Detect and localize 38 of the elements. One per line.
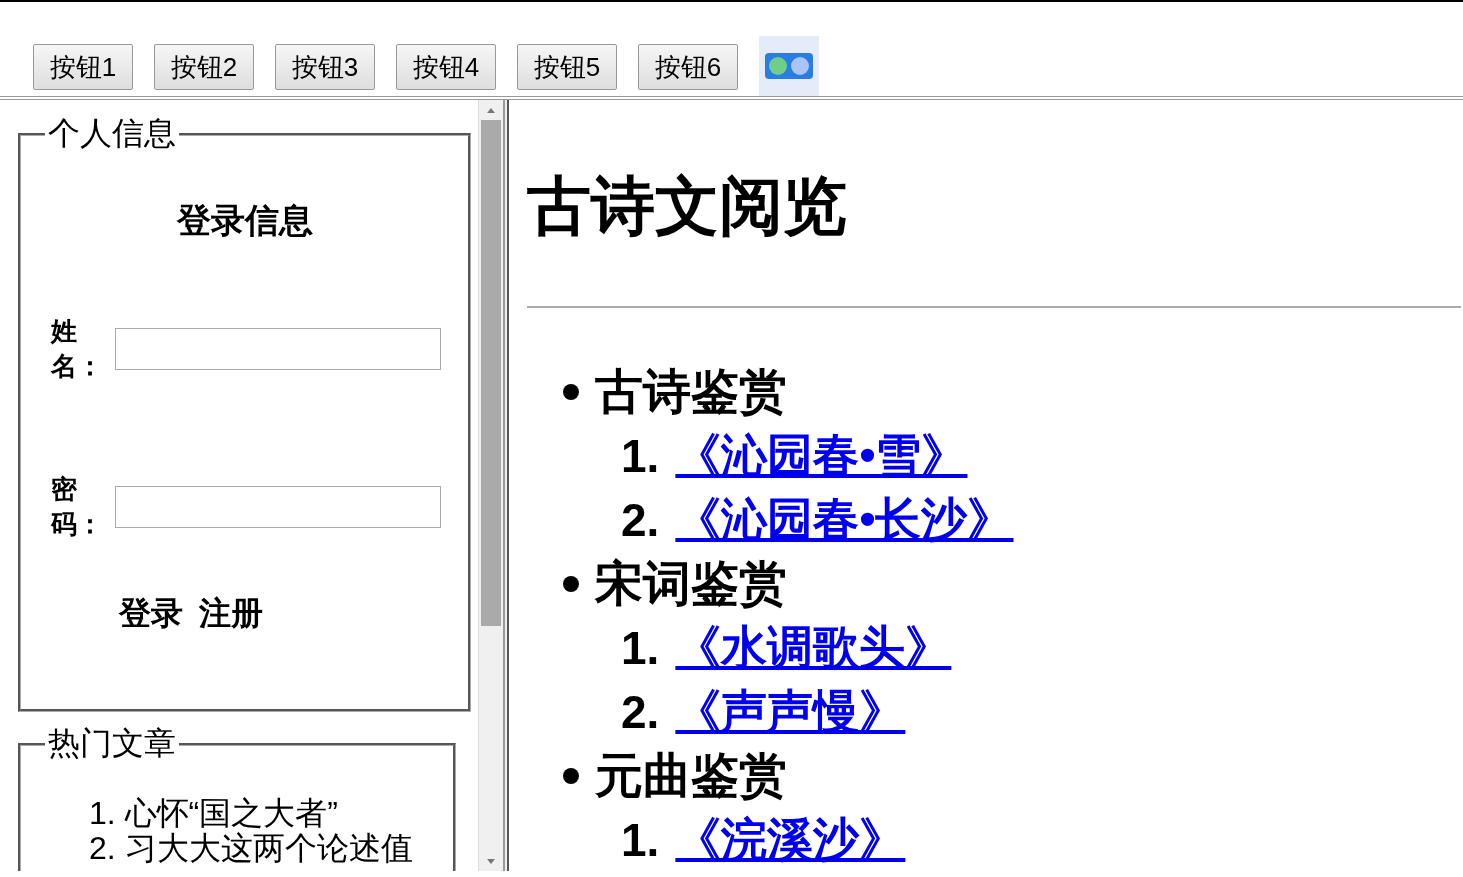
toolbar-button[interactable]: 按钮1 (33, 44, 133, 90)
bullet-icon (563, 768, 579, 784)
scrollbar[interactable] (478, 100, 503, 871)
section-title: 元曲鉴赏 (595, 748, 787, 804)
toolbar-button[interactable]: 按钮5 (517, 44, 617, 90)
toolbar-button[interactable]: 按钮3 (275, 44, 375, 90)
panel-legend: 个人信息 (45, 112, 179, 156)
input-field[interactable] (115, 328, 441, 371)
panel-legend: 热门文章 (45, 722, 179, 766)
article-item[interactable]: 1. 心怀“国之大者” (89, 796, 453, 832)
list-number: 1. (621, 621, 660, 675)
article-item[interactable]: 2. 习大大这两个论述值 (89, 831, 453, 867)
toolbar-button[interactable]: 按钮6 (638, 44, 738, 90)
page-title: 古诗文阅览 (527, 174, 848, 238)
list-number: 1. (621, 813, 660, 867)
scroll-down-icon[interactable] (487, 859, 495, 864)
poem-link[interactable]: 《声声慢》 (675, 681, 906, 743)
poem-link[interactable]: 《沁园春•长沙》 (675, 489, 1014, 551)
toolbar-button[interactable]: 按钮2 (154, 44, 254, 90)
login-heading: 登录信息 (175, 200, 314, 241)
section-title: 宋词鉴赏 (595, 556, 787, 612)
register-button[interactable]: 注册 (199, 592, 263, 637)
scroll-up-icon[interactable] (487, 108, 495, 113)
field-label: 姓名： (51, 315, 93, 384)
poem-link[interactable]: 《沁园春•雪》 (675, 425, 968, 487)
section-title: 古诗鉴赏 (595, 364, 787, 420)
list-number: 1. (621, 429, 660, 483)
poem-link[interactable]: 《水调歌头》 (675, 617, 952, 679)
list-number: 2. (621, 685, 660, 739)
input-field[interactable] (115, 486, 441, 529)
list-number: 2. (621, 493, 660, 547)
toolbar-button[interactable]: 按钮4 (396, 44, 496, 90)
bullet-icon (563, 384, 579, 400)
bullet-icon (563, 576, 579, 592)
toggle-icon[interactable] (759, 36, 819, 96)
field-label: 密码： (51, 473, 93, 542)
login-button[interactable]: 登录 (119, 592, 183, 637)
poem-link[interactable]: 《浣溪沙》 (675, 809, 906, 871)
